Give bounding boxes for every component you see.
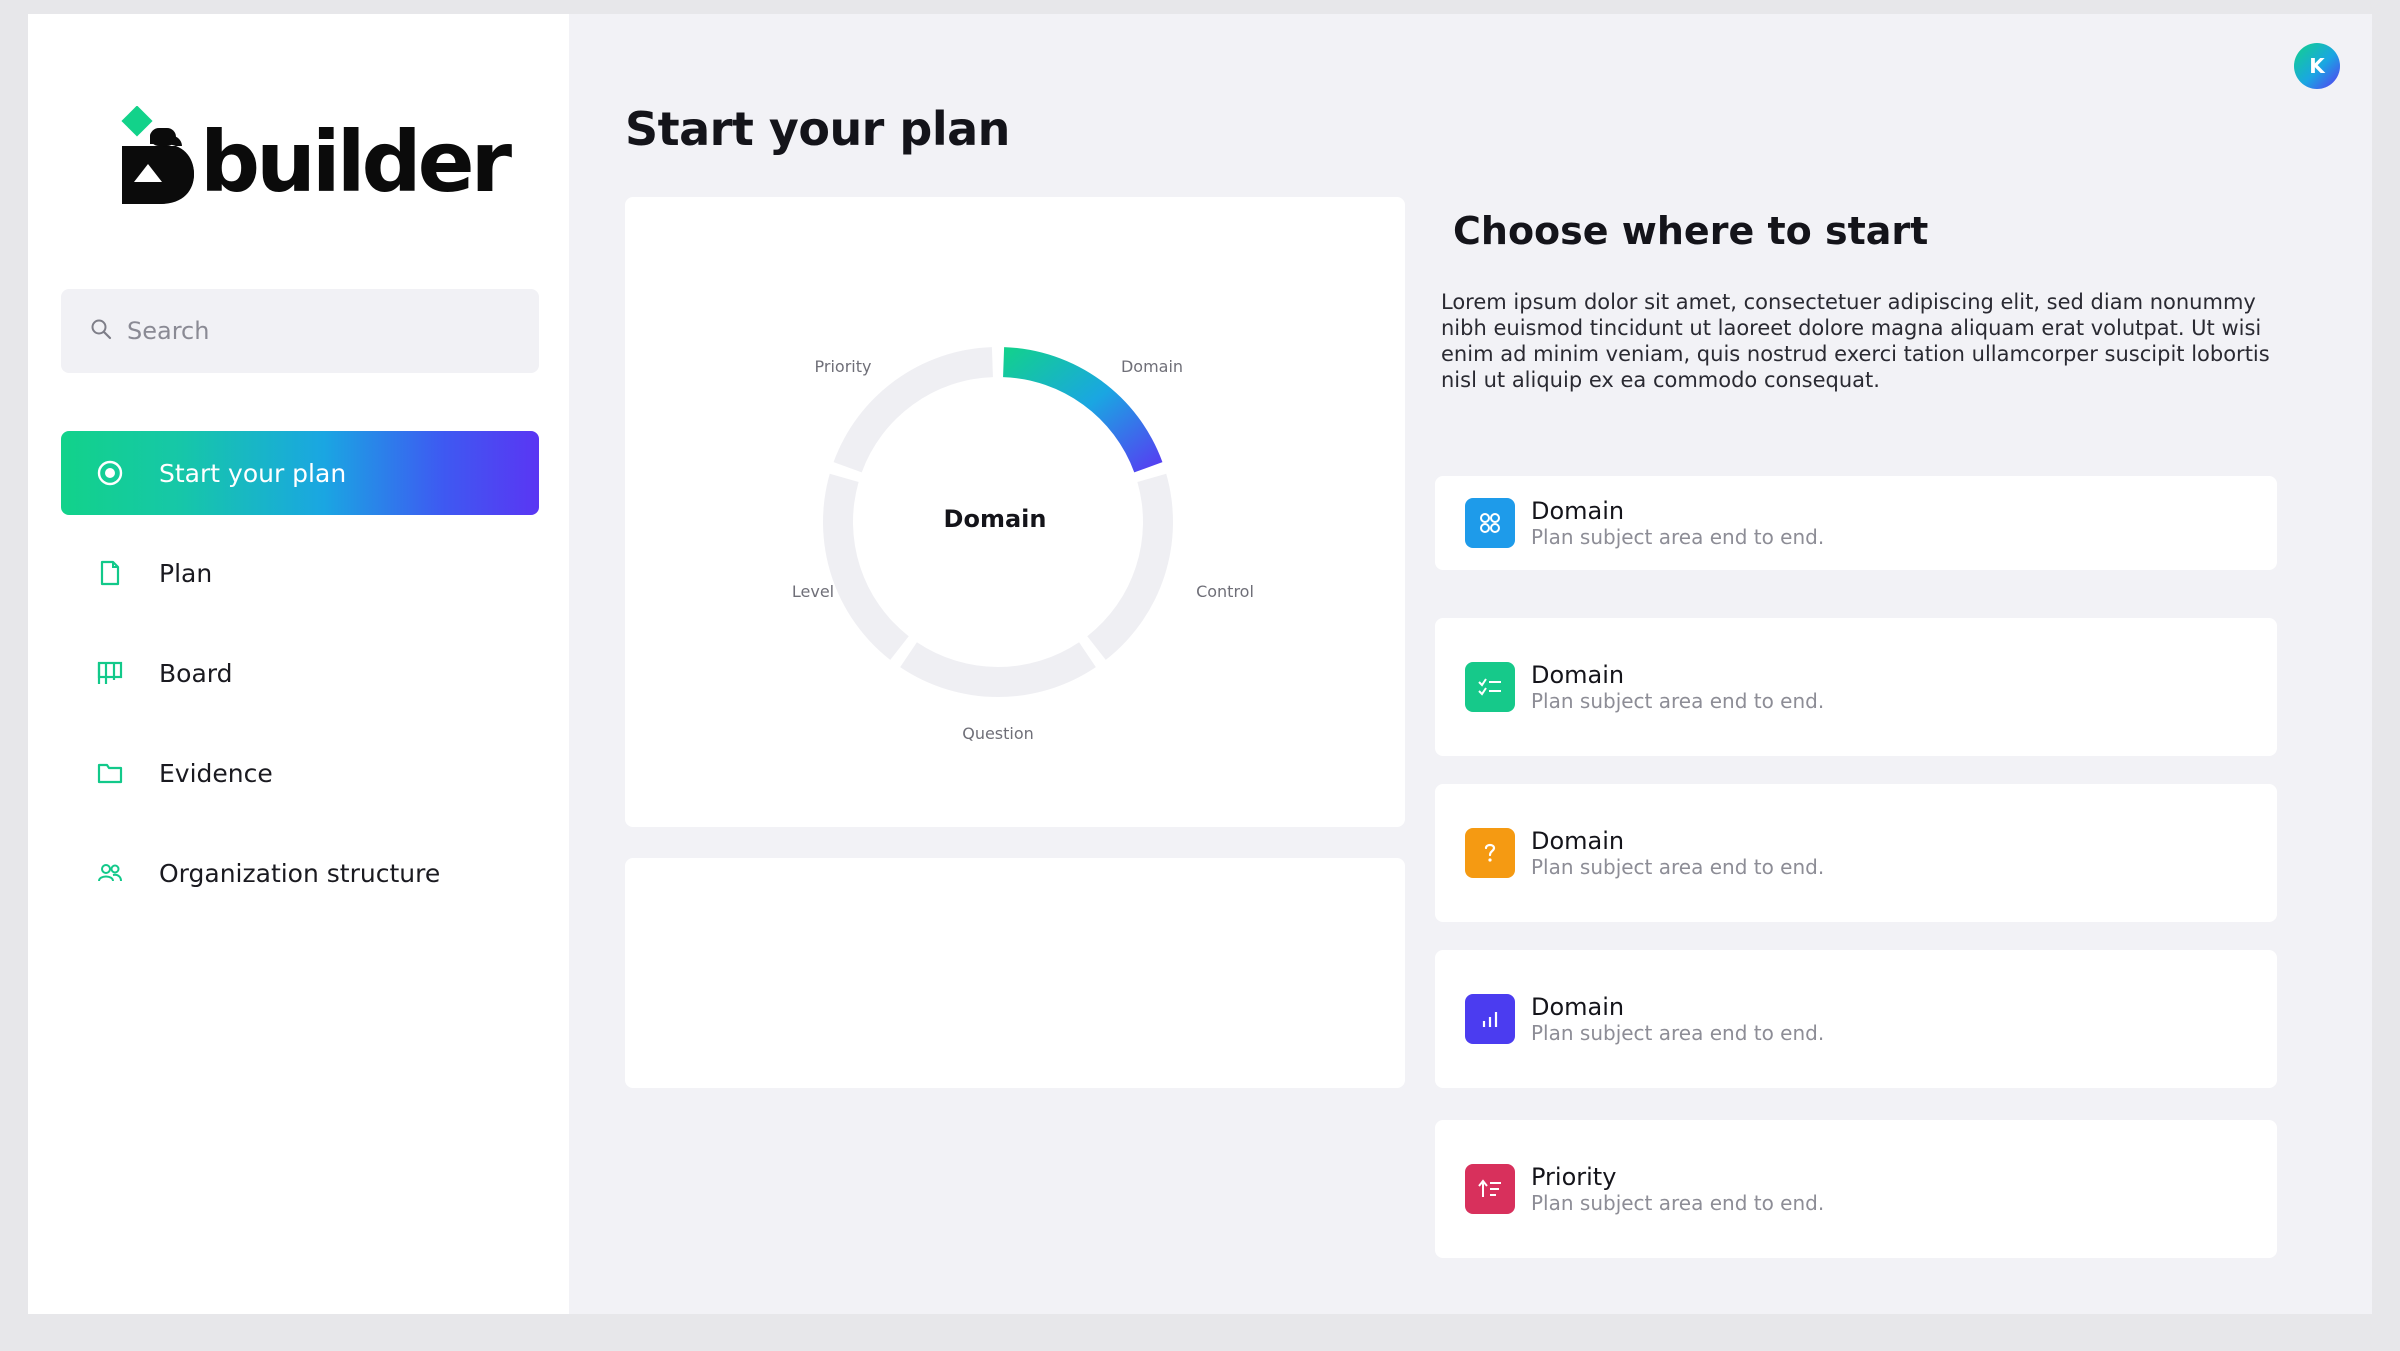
logo-mark-icon xyxy=(120,105,196,206)
option-card-domain[interactable]: Domain Plan subject area end to end. xyxy=(1435,476,2277,570)
sidebar: builder Search Start your plan Plan Boar… xyxy=(28,14,569,1314)
option-subtitle: Plan subject area end to end. xyxy=(1531,525,1825,549)
option-card-domain-chart[interactable]: Domain Plan subject area end to end. xyxy=(1435,950,2277,1088)
option-title: Domain xyxy=(1531,661,1625,689)
app-window: builder Search Start your plan Plan Boar… xyxy=(28,14,2372,1314)
empty-panel xyxy=(625,858,1405,1088)
checklist-icon xyxy=(1465,662,1515,712)
document-icon xyxy=(95,558,125,588)
search-icon xyxy=(89,317,113,345)
option-title: Domain xyxy=(1531,993,1625,1021)
brand-logo[interactable]: builder xyxy=(120,96,512,206)
planning-wheel: Domain Domain Control Question Level Pri… xyxy=(792,347,1254,743)
people-icon xyxy=(95,858,125,888)
option-card-domain-checklist[interactable]: Domain Plan subject area end to end. xyxy=(1435,618,2277,756)
sidebar-item-board[interactable]: Board xyxy=(61,631,539,715)
option-title: Domain xyxy=(1531,827,1625,855)
sidebar-item-label: Plan xyxy=(159,558,213,588)
board-icon xyxy=(95,658,125,688)
sort-icon xyxy=(1465,1164,1515,1214)
option-subtitle: Plan subject area end to end. xyxy=(1531,855,1825,879)
sidebar-item-evidence[interactable]: Evidence xyxy=(61,731,539,815)
brand-name: builder xyxy=(200,113,512,211)
option-card-domain-question[interactable]: Domain Plan subject area end to end. xyxy=(1435,784,2277,922)
sidebar-item-label: Start your plan xyxy=(159,458,347,488)
question-icon xyxy=(1465,828,1515,878)
wheel-label-level[interactable]: Level xyxy=(792,582,834,601)
wheel-segment-control[interactable] xyxy=(1087,473,1173,660)
grid-icon xyxy=(1465,498,1515,548)
bar-chart-icon xyxy=(1465,994,1515,1044)
option-card-priority[interactable]: Priority Plan subject area end to end. xyxy=(1435,1120,2277,1258)
wheel-segment-question[interactable] xyxy=(900,642,1096,697)
option-title: Priority xyxy=(1531,1163,1617,1191)
wheel-segment-level[interactable] xyxy=(823,473,909,660)
option-subtitle: Plan subject area end to end. xyxy=(1531,1021,1825,1045)
user-avatar[interactable]: K xyxy=(2294,43,2340,89)
wheel-label-priority[interactable]: Priority xyxy=(815,357,872,376)
wheel-label-control[interactable]: Control xyxy=(1196,582,1254,601)
sidebar-item-label: Organization structure xyxy=(159,858,441,888)
planning-wheel-card: Domain Domain Control Question Level Pri… xyxy=(625,197,1405,827)
sidebar-item-start-your-plan[interactable]: Start your plan xyxy=(61,431,539,515)
sidebar-item-label: Evidence xyxy=(159,758,273,788)
target-icon xyxy=(95,458,125,488)
option-title: Domain xyxy=(1531,497,1625,525)
sidebar-item-plan[interactable]: Plan xyxy=(61,531,539,615)
page-title: Start your plan xyxy=(625,102,1010,156)
search-placeholder: Search xyxy=(127,317,210,345)
sidebar-item-label: Board xyxy=(159,658,233,688)
sidebar-item-organization-structure[interactable]: Organization structure xyxy=(61,831,539,915)
option-subtitle: Plan subject area end to end. xyxy=(1531,689,1825,713)
search-input[interactable]: Search xyxy=(61,289,539,373)
folder-icon xyxy=(95,758,125,788)
wheel-label-question[interactable]: Question xyxy=(962,724,1034,743)
option-subtitle: Plan subject area end to end. xyxy=(1531,1191,1825,1215)
section-description: Lorem ipsum dolor sit amet, consectetuer… xyxy=(1441,290,2270,392)
wheel-center-label: Domain xyxy=(944,505,1047,533)
wheel-label-domain[interactable]: Domain xyxy=(1121,357,1183,376)
section-title: Choose where to start xyxy=(1453,209,1929,253)
